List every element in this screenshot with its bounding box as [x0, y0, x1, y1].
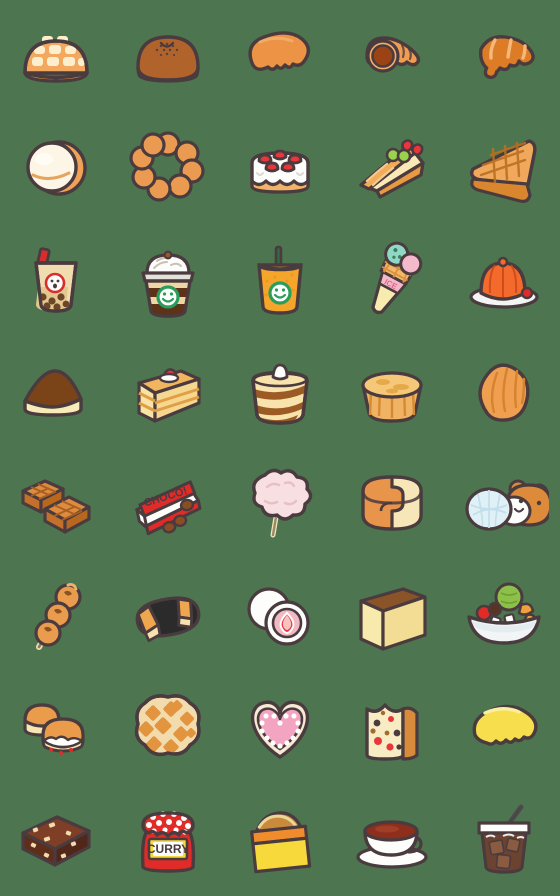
- sticker-bear-bubble-gum[interactable]: Mitarashi dango: [448, 448, 560, 560]
- sticker-strawberry-shortcake[interactable]: Strawberry shortcake: [224, 112, 336, 224]
- sticker-orange-juice[interactable]: Orange juice: [224, 224, 336, 336]
- sticker-tiramisu-cup[interactable]: Tiramisu cup: [224, 336, 336, 448]
- sticker-anpan-bun[interactable]: Anpan (sweet bean bun): [112, 0, 224, 112]
- sticker-strawberry-daifuku[interactable]: Castella cake: [224, 560, 336, 672]
- sticker-cream-bun[interactable]: Cream bun: [0, 112, 112, 224]
- sticker-layer-cake-slice[interactable]: Layer cake slice with strawberry: [112, 336, 224, 448]
- sticker-cheesecake-slice[interactable]: Chocolate cheesecake slice: [0, 336, 112, 448]
- sticker-tea-cup[interactable]: Iced coffee: [336, 784, 448, 896]
- sticker-inari-nori-roll[interactable]: Strawberry daifuku: [112, 560, 224, 672]
- sticker-bubble-tea[interactable]: Bubble tea: [0, 224, 112, 336]
- sticker-scones-with-cream[interactable]: Waffle: [0, 672, 112, 784]
- emoji-sticker-sheet: Melon pan (melon bread) Anpan (sweet bea…: [0, 0, 560, 896]
- sticker-koppepan-roll[interactable]: Koppepan (bread roll): [224, 0, 336, 112]
- sticker-melon-bread[interactable]: Melon pan (melon bread): [0, 0, 112, 112]
- sticker-orange-jelly[interactable]: Orange jelly on plate: [448, 224, 560, 336]
- sticker-fruit-pound-cake[interactable]: Lemon: [336, 672, 448, 784]
- sticker-waffle[interactable]: Heart iced cookie: [112, 672, 224, 784]
- sticker-croissant[interactable]: Croissant: [448, 0, 560, 112]
- jam-jar-label-text: CURRY: [147, 842, 189, 856]
- sticker-iced-coffee[interactable]: [448, 784, 560, 896]
- sticker-madeleine[interactable]: Madeleine: [448, 336, 560, 448]
- sticker-brownie[interactable]: Jam jar: [0, 784, 112, 896]
- sticker-apple-pie-slice[interactable]: Apple pie slice: [448, 112, 560, 224]
- sticker-ice-cream-cone[interactable]: ICE Ice cream cone: [336, 224, 448, 336]
- sticker-castella-cake[interactable]: Anmitsu parfait bowl: [336, 560, 448, 672]
- sticker-heart-cookie[interactable]: Fruit pound cake: [224, 672, 336, 784]
- sticker-mitarashi-dango[interactable]: Nori-wrapped rice roll: [0, 560, 112, 672]
- sticker-lemon[interactable]: Brownie: [448, 672, 560, 784]
- sticker-jam-jar[interactable]: CURRY Curry bread packet: [112, 784, 224, 896]
- sticker-egg-tart[interactable]: Egg tart: [336, 336, 448, 448]
- sticker-curry-bread[interactable]: Cup of tea: [224, 784, 336, 896]
- sticker-chocolate-box[interactable]: CHOCO! Cotton candy: [112, 448, 224, 560]
- sticker-anmitsu-bowl[interactable]: Scones with cream and jam: [448, 560, 560, 672]
- sticker-cotton-candy[interactable]: Baumkuchen: [224, 448, 336, 560]
- sticker-chocolate-squares[interactable]: Chocolate squares: [0, 448, 112, 560]
- sticker-frappuccino[interactable]: Frappuccino: [112, 224, 224, 336]
- sticker-chocolate-cornet[interactable]: Choco cornet: [336, 0, 448, 112]
- sticker-fruit-tart-slice[interactable]: Fruit tart slice: [336, 112, 448, 224]
- sticker-baumkuchen[interactable]: Bear blowing bubble gum: [336, 448, 448, 560]
- sticker-pon-de-ring-donut[interactable]: Pon de ring doughnut: [112, 112, 224, 224]
